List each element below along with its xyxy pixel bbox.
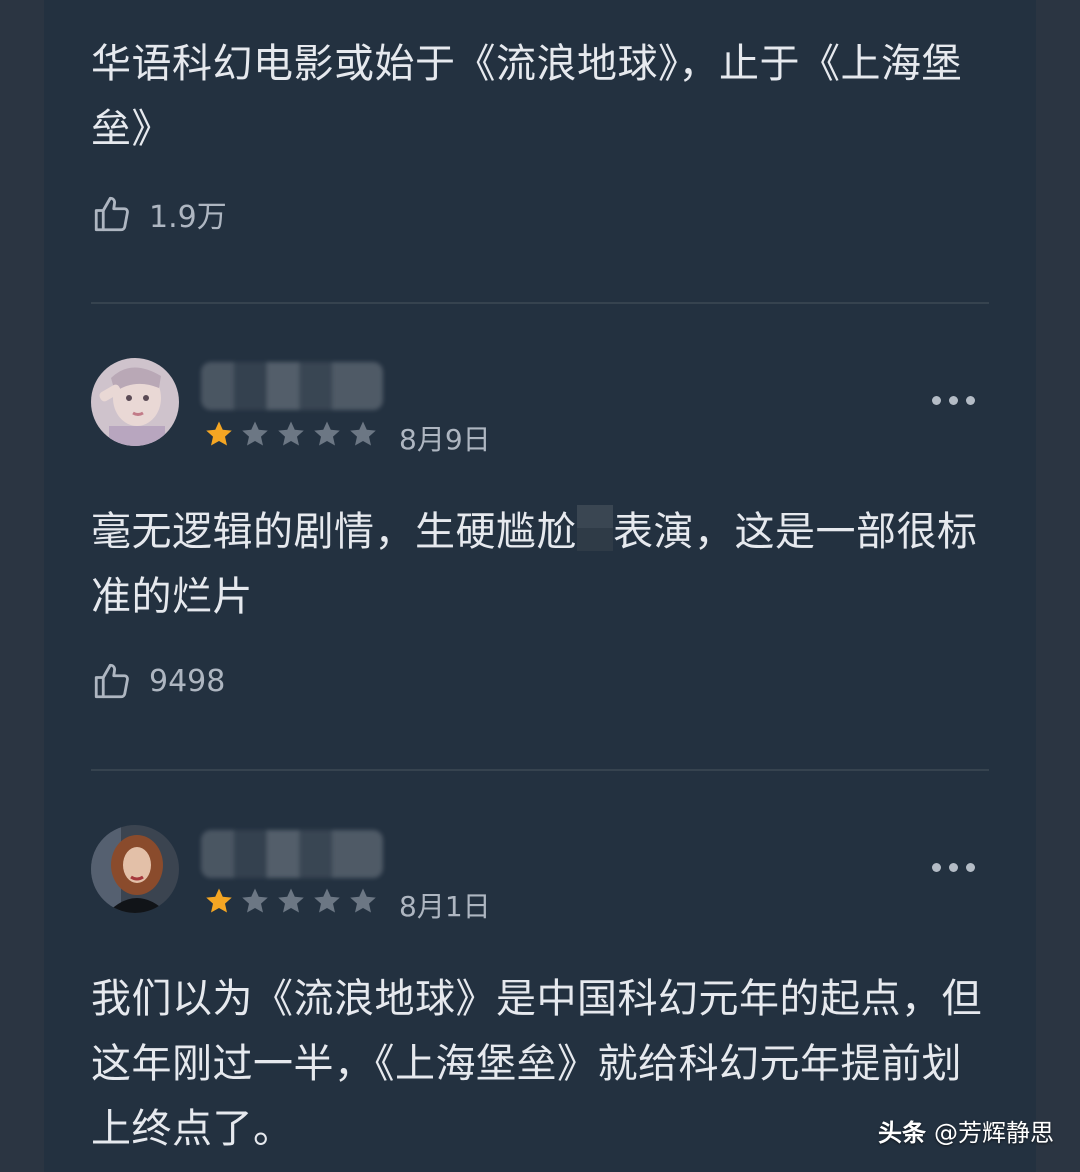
- dot-icon: [949, 863, 958, 872]
- watermark: 头条 @芳辉静思: [878, 1113, 1054, 1148]
- avatar[interactable]: [91, 358, 179, 446]
- dot-icon: [966, 396, 975, 405]
- dot-icon: [949, 396, 958, 405]
- comment-date: 8月1日: [399, 890, 491, 923]
- pixelated-character: [577, 505, 613, 551]
- username-blurred[interactable]: [201, 362, 383, 410]
- avatar-image: [91, 825, 179, 913]
- star-filled-icon: [206, 421, 232, 446]
- dot-icon: [932, 863, 941, 872]
- like-button[interactable]: 1.9万: [91, 192, 989, 236]
- username-blurred[interactable]: [201, 830, 383, 878]
- comment-date: 8月9日: [399, 423, 491, 456]
- star-empty-icon: [350, 421, 376, 446]
- star-empty-icon: [242, 421, 268, 446]
- comment-text: 华语科幻电影或始于《流浪地球》，止于《上海堡垒》: [91, 41, 962, 152]
- star-empty-icon: [314, 888, 340, 913]
- like-count: 1.9万: [149, 200, 227, 235]
- avatar-image: [91, 358, 179, 446]
- divider: [91, 302, 989, 304]
- dot-icon: [932, 396, 941, 405]
- divider: [91, 769, 989, 771]
- avatar[interactable]: [91, 825, 179, 913]
- watermark-brand: 头条: [878, 1119, 926, 1147]
- star-rating: [204, 419, 378, 449]
- comment-text-part: 毫无逻辑的剧情，生硬尴尬: [91, 509, 577, 555]
- thumbs-up-icon: [94, 196, 129, 232]
- star-empty-icon: [278, 888, 304, 913]
- star-empty-icon: [314, 421, 340, 446]
- like-count: 9498: [149, 663, 226, 699]
- comment-text: 毫无逻辑的剧情，生硬尴尬 表演，这是一部很标准的烂片: [91, 500, 989, 630]
- thumbs-up-icon: [94, 663, 129, 699]
- more-options-button[interactable]: [932, 396, 975, 405]
- like-button[interactable]: 9498: [91, 659, 989, 703]
- star-empty-icon: [350, 888, 376, 913]
- comment-text: 我们以为《流浪地球》是中国科幻元年的起点，但这年刚过一半，《上海堡垒》就给科幻元…: [91, 976, 982, 1152]
- star-rating: [204, 886, 378, 916]
- dot-icon: [966, 863, 975, 872]
- star-empty-icon: [278, 421, 304, 446]
- more-options-button[interactable]: [932, 863, 975, 872]
- comment-list: 华语科幻电影或始于《流浪地球》，止于《上海堡垒》 1.9万 8月9日 毫无逻辑的…: [44, 0, 1036, 1172]
- watermark-handle: @芳辉静思: [934, 1119, 1054, 1147]
- star-empty-icon: [242, 888, 268, 913]
- star-filled-icon: [206, 888, 232, 913]
